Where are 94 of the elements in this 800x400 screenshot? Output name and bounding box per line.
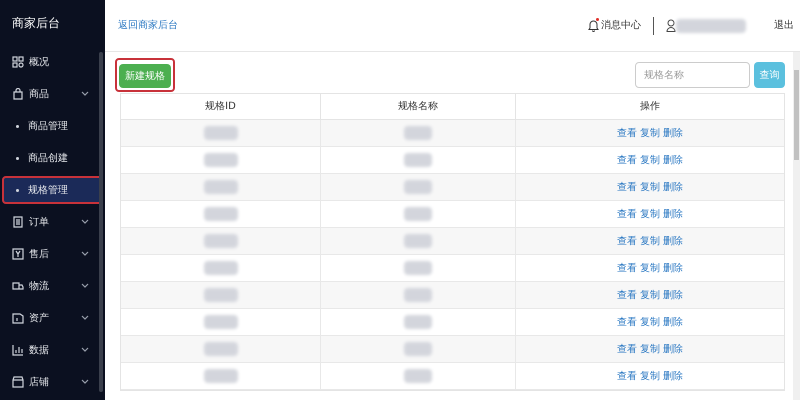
redacted-id bbox=[204, 234, 238, 248]
row-action-link[interactable]: 复制 bbox=[640, 152, 660, 168]
row-action-link[interactable]: 删除 bbox=[663, 368, 683, 384]
row-action-link[interactable]: 复制 bbox=[640, 234, 660, 248]
sidebar-subitem[interactable]: 商品创建 bbox=[2, 144, 103, 172]
row-action-link[interactable]: 删除 bbox=[663, 180, 683, 194]
row-action-link[interactable]: 复制 bbox=[640, 180, 660, 194]
sidebar-subitem-label: 商品管理 bbox=[28, 120, 68, 134]
row-action-link[interactable]: 删除 bbox=[663, 152, 683, 168]
column-header: 操作 bbox=[640, 100, 660, 114]
logout-link[interactable]: 退出 bbox=[774, 18, 794, 33]
row-action-link[interactable]: 删除 bbox=[663, 342, 683, 356]
row-action-link[interactable]: 查看 bbox=[617, 368, 637, 384]
row-action-link[interactable]: 查看 bbox=[617, 342, 637, 356]
row-action-link[interactable]: 复制 bbox=[640, 288, 660, 302]
sidebar-item-label: 物流 bbox=[29, 280, 49, 294]
sidebar-item-label: 数据 bbox=[29, 344, 49, 358]
back-link[interactable]: 返回商家后台 bbox=[118, 18, 178, 33]
sidebar-item[interactable]: 概况 bbox=[0, 46, 105, 78]
redacted-id bbox=[204, 288, 238, 302]
redacted-name bbox=[404, 261, 432, 275]
row-action-link[interactable]: 查看 bbox=[617, 260, 637, 276]
bullet-icon bbox=[16, 124, 19, 128]
user-icon[interactable] bbox=[666, 19, 676, 32]
redacted-username bbox=[676, 18, 746, 32]
row-action-link[interactable]: 查看 bbox=[617, 288, 637, 302]
row-action-link[interactable]: 复制 bbox=[640, 206, 660, 222]
redacted-name bbox=[404, 126, 432, 140]
row-action-link[interactable]: 查看 bbox=[617, 314, 637, 330]
truck-icon bbox=[12, 280, 24, 292]
sidebar-subitem-label: 商品创建 bbox=[28, 152, 68, 166]
wallet-icon bbox=[12, 312, 24, 324]
redacted-id bbox=[204, 126, 238, 140]
redacted-name bbox=[404, 342, 432, 356]
sidebar-item-label: 商品 bbox=[29, 88, 49, 102]
document-icon bbox=[12, 216, 24, 228]
column-header: 规格ID bbox=[205, 100, 236, 114]
column-header: 规格名称 bbox=[398, 100, 438, 114]
row-action-link[interactable]: 查看 bbox=[617, 152, 637, 168]
row-action-link[interactable]: 删除 bbox=[663, 288, 683, 302]
redacted-name bbox=[404, 288, 432, 302]
redacted-id bbox=[204, 342, 238, 356]
sidebar-subitem-label: 规格管理 bbox=[28, 184, 68, 198]
redacted-id bbox=[204, 207, 238, 221]
sidebar-item[interactable]: 售后 bbox=[0, 238, 105, 270]
sidebar-item-label: 订单 bbox=[29, 216, 49, 230]
redacted-id bbox=[204, 315, 238, 329]
sidebar-item[interactable]: 数据 bbox=[0, 334, 105, 366]
sidebar-title: 商家后台 bbox=[12, 15, 60, 32]
row-action-link[interactable]: 复制 bbox=[640, 260, 660, 276]
row-action-link[interactable]: 删除 bbox=[663, 126, 683, 140]
redacted-name bbox=[404, 234, 432, 248]
redacted-name bbox=[404, 369, 432, 383]
row-action-link[interactable]: 复制 bbox=[640, 126, 660, 140]
bullet-icon bbox=[16, 156, 19, 160]
row-action-link[interactable]: 删除 bbox=[663, 260, 683, 276]
row-action-link[interactable]: 复制 bbox=[640, 368, 660, 384]
sidebar-item-label: 售后 bbox=[29, 248, 49, 262]
search-field[interactable]: 规格名称 bbox=[635, 62, 750, 88]
return-icon bbox=[12, 248, 24, 260]
redacted-name bbox=[404, 153, 432, 167]
store-icon bbox=[12, 376, 24, 388]
redacted-id bbox=[204, 153, 238, 167]
grid-icon bbox=[12, 56, 24, 68]
sidebar-item[interactable]: 资产 bbox=[0, 302, 105, 334]
row-action-link[interactable]: 删除 bbox=[663, 234, 683, 248]
redacted-name bbox=[404, 207, 432, 221]
redacted-id bbox=[204, 180, 238, 194]
redacted-name bbox=[404, 315, 432, 329]
sidebar-item-label: 概况 bbox=[29, 56, 49, 70]
row-action-link[interactable]: 删除 bbox=[663, 314, 683, 330]
redacted-id bbox=[204, 369, 238, 383]
bell-icon[interactable] bbox=[588, 19, 599, 32]
sidebar-item-label: 店铺 bbox=[29, 376, 49, 390]
row-action-link[interactable]: 查看 bbox=[617, 180, 637, 194]
sidebar-item-label: 资产 bbox=[29, 312, 49, 326]
redacted-name bbox=[404, 180, 432, 194]
sidebar-item[interactable]: 商品 bbox=[0, 78, 105, 110]
bar-chart-icon bbox=[12, 344, 24, 356]
row-action-link[interactable]: 复制 bbox=[640, 314, 660, 330]
redacted-id bbox=[204, 261, 238, 275]
bullet-icon bbox=[16, 188, 19, 192]
row-action-link[interactable]: 查看 bbox=[617, 234, 637, 248]
row-action-link[interactable]: 删除 bbox=[663, 206, 683, 222]
new-spec-button[interactable]: 新建规格 bbox=[119, 64, 171, 88]
bag-icon bbox=[12, 88, 24, 100]
message-center-link[interactable]: 消息中心 bbox=[601, 18, 641, 33]
sidebar-item[interactable]: 店铺 bbox=[0, 366, 105, 398]
sidebar-item[interactable]: 物流 bbox=[0, 270, 105, 302]
row-action-link[interactable]: 复制 bbox=[640, 342, 660, 356]
row-action-link[interactable]: 查看 bbox=[617, 206, 637, 222]
sidebar-subitem[interactable]: 商品管理 bbox=[2, 112, 103, 140]
row-action-link[interactable]: 查看 bbox=[617, 126, 637, 140]
sidebar-item[interactable]: 订单 bbox=[0, 206, 105, 238]
